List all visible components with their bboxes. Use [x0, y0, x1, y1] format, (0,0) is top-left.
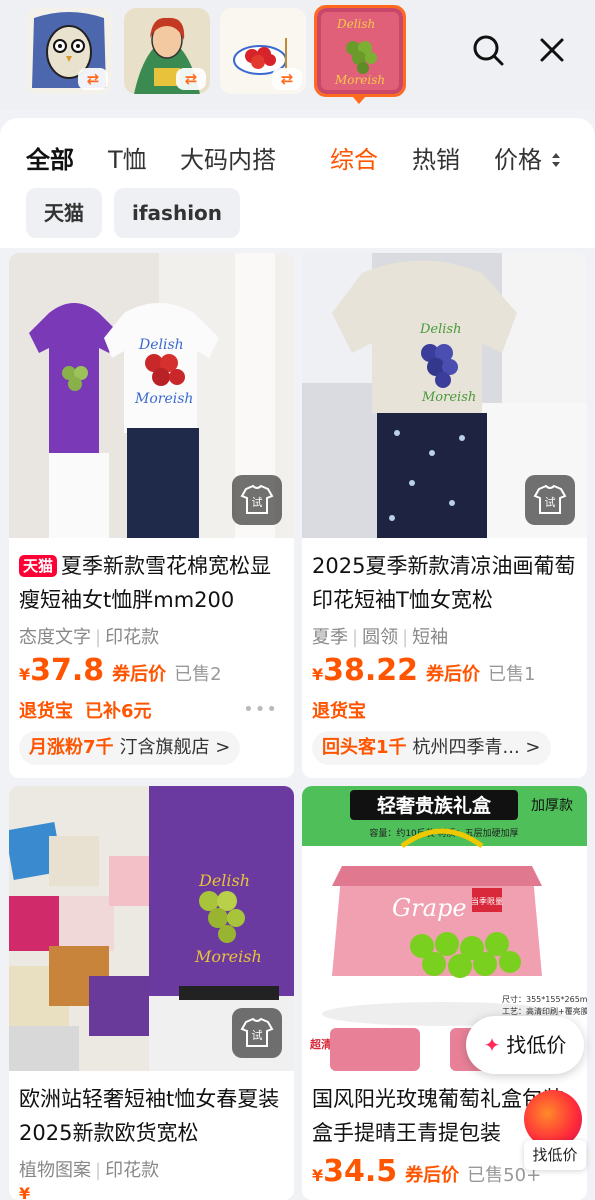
more-options-icon[interactable]: ••• [243, 699, 278, 720]
product-tags: 植物图案 | 印花款 [19, 1156, 159, 1182]
shop-name: 汀含旗舰店 > [119, 737, 231, 758]
shop-highlight: 回头客1千 [322, 737, 407, 758]
promo-return-guarantee: 退货宝 [312, 701, 366, 722]
tag: 短袖 [412, 627, 449, 648]
selected-pointer [352, 96, 366, 104]
promo-row: 退货宝 [312, 697, 366, 723]
image-search-bar: ⇄ ⇄ ⇄ Delish Moreish [0, 0, 595, 110]
try-on-label: 试 [252, 1029, 263, 1042]
product-tags: 夏季 | 圆领 | 短袖 [312, 623, 448, 649]
tag-separator: | [95, 1160, 102, 1181]
after-coupon-label: 券后价 [112, 664, 167, 685]
product-card[interactable]: Delish Moreish 试 天猫 夏季新款雪花棉宽松显瘦短袖女t恤胖mm20… [9, 253, 294, 778]
tag: 植物图案 [19, 1160, 91, 1181]
grape-art-text-1: Delish [336, 17, 375, 31]
tag: 印花款 [105, 627, 160, 648]
search-icon[interactable] [468, 30, 508, 70]
shop-name: 杭州四季青... > [412, 737, 541, 758]
sort-arrows-icon [551, 153, 560, 167]
tab-all[interactable]: 全部 [26, 140, 74, 175]
tab-tshirt[interactable]: T恤 [108, 140, 147, 175]
shop-link[interactable]: 回头客1千 杭州四季青... > [312, 731, 551, 765]
box-logo-text: Grape [392, 894, 467, 922]
box-stamp-text: 当季限量 [471, 896, 503, 906]
thumbnail-grape-art-selected[interactable]: Delish Moreish [314, 5, 406, 97]
thumbnail-owl-art[interactable]: ⇄ [26, 8, 112, 94]
product-title[interactable]: 欧洲站轻奢短袖t恤女春夏装2025新款欧货宽松 [19, 1082, 287, 1150]
close-icon[interactable] [532, 30, 572, 70]
print-text-2: Moreish [194, 947, 262, 966]
try-on-icon[interactable]: 试 [232, 475, 282, 525]
promo-return-guarantee: 退货宝 [19, 701, 73, 722]
swap-icon: ⇄ [176, 68, 206, 90]
chip-ifashion[interactable]: ifashion [114, 188, 241, 238]
thumbnail-strawberry-art[interactable]: ⇄ [220, 8, 306, 94]
tab-plus-size-inner[interactable]: 大码内搭 [180, 140, 276, 175]
currency-symbol: ¥ [312, 665, 324, 684]
tag: 圆领 [362, 627, 399, 648]
swap-icon: ⇄ [78, 68, 108, 90]
tmall-badge: 天猫 [19, 555, 58, 577]
after-coupon-label: 券后价 [405, 1165, 460, 1186]
sort-comprehensive[interactable]: 综合 [330, 140, 378, 175]
sort-best-selling[interactable]: 热销 [412, 140, 460, 175]
try-on-icon[interactable]: 试 [232, 1008, 282, 1058]
price-value: 34.5 [323, 1154, 398, 1189]
shop-link[interactable]: 月涨粉7千 汀含旗舰店 > [19, 731, 241, 765]
currency-symbol: ¥ [312, 1166, 324, 1185]
sort-price[interactable]: 价格 [494, 140, 562, 175]
price-row: ¥37.8 券后价 已售2 [19, 653, 222, 688]
price-value: 38.22 [323, 653, 419, 688]
product-card[interactable]: Delish Moreish 试 2025夏季新款清凉油画葡萄印花短袖T恤女宽松… [302, 253, 587, 778]
sold-count: 已售2 [174, 664, 222, 685]
price-row-partial: ¥ [19, 1184, 30, 1200]
print-text-2: Moreish [134, 391, 193, 407]
currency-symbol: ¥ [19, 665, 31, 684]
after-coupon-label: 券后价 [426, 664, 481, 685]
print-text-1: Delish [419, 322, 461, 337]
price-value: 37.8 [30, 653, 105, 688]
price-row: ¥38.22 券后价 已售1 [312, 653, 536, 688]
product-title[interactable]: 天猫 夏季新款雪花棉宽松显瘦短袖女t恤胖mm200 [19, 549, 287, 617]
find-low-price-label: 找低价 [506, 1033, 567, 1057]
product-tags: 态度文字 | 印花款 [19, 623, 159, 649]
currency-symbol: ¥ [19, 1184, 31, 1200]
try-on-label: 试 [545, 496, 556, 509]
chip-tmall[interactable]: 天猫 [26, 188, 102, 238]
tag: 态度文字 [19, 627, 91, 648]
filter-header: 全部 T恤 大码内搭 综合 热销 价格 天猫 ifashion [0, 118, 595, 248]
print-text-1: Delish [138, 337, 184, 353]
banner-text: 轻奢贵族礼盒 [377, 794, 492, 817]
grape-art-image: Delish Moreish [317, 8, 403, 94]
tag-separator: | [352, 627, 359, 648]
try-on-icon[interactable]: 试 [525, 475, 575, 525]
swap-icon: ⇄ [272, 68, 302, 90]
find-low-price-button[interactable]: ✦ 找低价 [466, 1016, 584, 1074]
try-on-label: 试 [252, 496, 263, 509]
thumbnail-woman-art[interactable]: ⇄ [124, 8, 210, 94]
tag: 印花款 [105, 1160, 160, 1181]
promo-subsidy: 已补6元 [85, 701, 152, 722]
grape-art-text-2: Moreish [334, 73, 385, 87]
craft-text: 工艺：高清印刷+覆亮膜 [502, 1006, 587, 1016]
sparkle-icon: ✦ [483, 1033, 501, 1057]
sort-price-label: 价格 [494, 146, 542, 174]
tag: 夏季 [312, 627, 348, 648]
size-text: 尺寸：355*155*265mm [502, 994, 587, 1004]
tag-separator: | [402, 627, 409, 648]
print-text-1: Delish [198, 871, 250, 890]
banner-subtitle: 加厚款 [531, 798, 573, 814]
print-text-2: Moreish [421, 390, 476, 405]
shop-highlight: 月涨粉7千 [29, 737, 114, 758]
promo-row: 退货宝 已补6元 [19, 697, 152, 723]
orb-label[interactable]: 找低价 [524, 1140, 586, 1170]
sold-count: 已售1 [488, 664, 536, 685]
price-row: ¥34.5 券后价 已售50+ [312, 1154, 541, 1189]
product-title[interactable]: 2025夏季新款清凉油画葡萄印花短袖T恤女宽松 [312, 549, 580, 617]
tag-separator: | [95, 627, 102, 648]
product-card[interactable]: Delish Moreish 试 欧洲站轻奢短袖t恤女春夏装2025新款欧货宽松… [9, 786, 294, 1200]
